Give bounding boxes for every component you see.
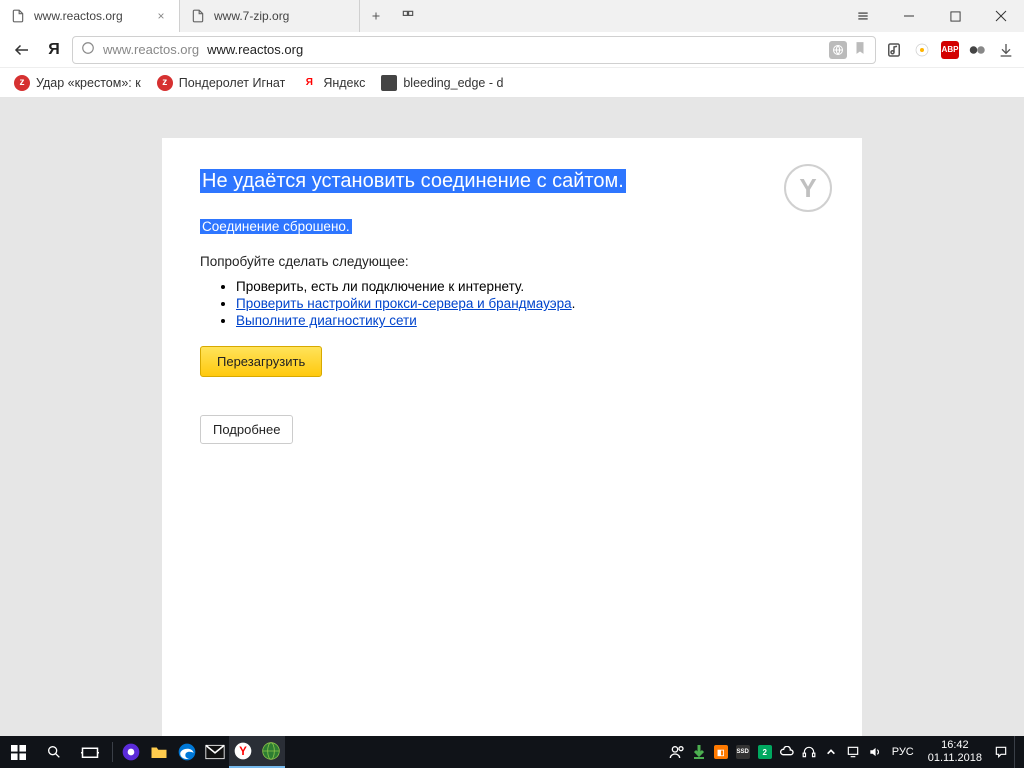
music-icon[interactable] <box>884 40 904 60</box>
taskbar-separator <box>112 742 113 762</box>
tab-1[interactable]: www.reactos.org × <box>0 0 180 32</box>
bookmark-3[interactable]: Я Яндекс <box>301 75 365 91</box>
radio-icon[interactable] <box>912 40 932 60</box>
extension-icon[interactable] <box>968 40 988 60</box>
app-yandex-browser-icon[interactable]: Y <box>229 736 257 768</box>
app-files-icon[interactable] <box>145 736 173 768</box>
file-icon <box>10 8 26 24</box>
url-text: www.reactos.org <box>207 42 303 57</box>
clock[interactable]: 16:42 01.11.2018 <box>922 739 988 764</box>
maximize-button[interactable] <box>932 0 978 32</box>
tab-1-title: www.reactos.org <box>34 9 153 23</box>
system-tray: ◧ SSD 2 РУС 16:42 01.11.2018 <box>668 736 1024 768</box>
yandex-logo[interactable]: Я <box>44 41 64 59</box>
app-alice-icon[interactable] <box>117 736 145 768</box>
app-globe-icon[interactable] <box>257 736 285 768</box>
minimize-button[interactable] <box>886 0 932 32</box>
clock-date: 01.11.2018 <box>928 752 982 765</box>
list-item: Выполните диагностику сети <box>236 313 824 328</box>
error-try-label: Попробуйте сделать следующее: <box>200 254 824 269</box>
tray-network-icon[interactable] <box>844 743 862 761</box>
tray-download-icon[interactable] <box>690 743 708 761</box>
app-mail-icon[interactable] <box>201 736 229 768</box>
menu-button[interactable] <box>840 0 886 32</box>
bookmark-3-label: Яндекс <box>323 76 365 90</box>
error-suggestions: Проверить, есть ли подключение к интерне… <box>236 279 824 328</box>
error-subtitle: Соединение сброшено. <box>200 219 352 234</box>
tray-volume-icon[interactable] <box>866 743 884 761</box>
yandex-badge-icon: Y <box>784 164 832 212</box>
omnibox[interactable]: www.reactos.org www.reactos.org <box>72 36 876 64</box>
taskbar-left: Y <box>0 736 285 768</box>
bookmark-1[interactable]: z Удар «крестом»: к <box>14 75 141 91</box>
tab-1-close[interactable]: × <box>153 9 169 23</box>
downloads-icon[interactable] <box>996 40 1016 60</box>
bookmark-3-icon: Я <box>301 75 317 91</box>
bookmark-2[interactable]: z Пондеролет Игнат <box>157 75 286 91</box>
omnibox-right <box>829 40 867 59</box>
task-view-button[interactable] <box>72 736 108 768</box>
tray-cloud-icon[interactable] <box>778 743 796 761</box>
network-diagnostics-link[interactable]: Выполните диагностику сети <box>236 313 417 328</box>
svg-text:Y: Y <box>239 745 247 758</box>
bookmark-4[interactable]: bleeding_edge - d <box>381 75 503 91</box>
address-bar: Я www.reactos.org www.reactos.org <box>0 32 1024 68</box>
tray-ssd-icon[interactable]: SSD <box>734 743 752 761</box>
search-button[interactable] <box>36 736 72 768</box>
tray-headset-icon[interactable] <box>800 743 818 761</box>
list-item: Проверить настройки прокси-сервера и бра… <box>236 296 824 311</box>
bookmark-1-icon: z <box>14 75 30 91</box>
new-tab-button[interactable] <box>360 0 392 32</box>
tab-actions <box>360 0 424 32</box>
close-button[interactable] <box>978 0 1024 32</box>
clock-time: 16:42 <box>928 739 982 752</box>
tray-orange-icon[interactable]: ◧ <box>712 743 730 761</box>
language-indicator[interactable]: РУС <box>888 743 918 761</box>
bookmark-1-label: Удар «крестом»: к <box>36 76 141 90</box>
file-icon <box>190 8 206 24</box>
show-desktop-button[interactable] <box>1014 736 1020 768</box>
window-controls <box>840 0 1024 32</box>
folder-icon <box>381 75 397 91</box>
toolbar-icons: ABP <box>884 40 1016 60</box>
tab-2-title: www.7-zip.org <box>214 9 349 23</box>
back-button[interactable] <box>8 36 36 64</box>
list-item: Проверить, есть ли подключение к интерне… <box>236 279 824 294</box>
site-info-icon[interactable] <box>81 41 95 58</box>
bookmark-2-icon: z <box>157 75 173 91</box>
proxy-settings-link[interactable]: Проверить настройки прокси-сервера и бра… <box>236 296 572 311</box>
details-button[interactable]: Подробнее <box>200 415 293 444</box>
bookmarks-bar: z Удар «крестом»: к z Пондеролет Игнат Я… <box>0 68 1024 98</box>
bookmark-4-label: bleeding_edge - d <box>403 76 503 90</box>
reload-button[interactable]: Перезагрузить <box>200 346 322 377</box>
tab-list-button[interactable] <box>392 0 424 32</box>
people-icon[interactable] <box>668 743 686 761</box>
url-dimmed: www.reactos.org <box>103 42 199 57</box>
bookmark-2-label: Пондеролет Игнат <box>179 76 286 90</box>
error-card: Y Не удаётся установить соединение с сай… <box>162 138 862 736</box>
page-content: Y Не удаётся установить соединение с сай… <box>0 98 1024 736</box>
bookmark-icon[interactable] <box>853 40 867 59</box>
browser-window: www.reactos.org × www.7-zip.org <box>0 0 1024 736</box>
adblock-icon[interactable]: ABP <box>940 40 960 60</box>
notifications-icon[interactable] <box>992 743 1010 761</box>
tray-green-icon[interactable]: 2 <box>756 743 774 761</box>
taskbar: Y ◧ SSD 2 РУС 16:42 <box>0 736 1024 768</box>
translate-icon[interactable] <box>829 41 847 59</box>
start-button[interactable] <box>0 736 36 768</box>
tab-2[interactable]: www.7-zip.org <box>180 0 360 32</box>
error-title: Не удаётся установить соединение с сайто… <box>200 169 626 193</box>
app-edge-icon[interactable] <box>173 736 201 768</box>
tab-strip: www.reactos.org × www.7-zip.org <box>0 0 1024 32</box>
tray-upward-icon[interactable] <box>822 743 840 761</box>
